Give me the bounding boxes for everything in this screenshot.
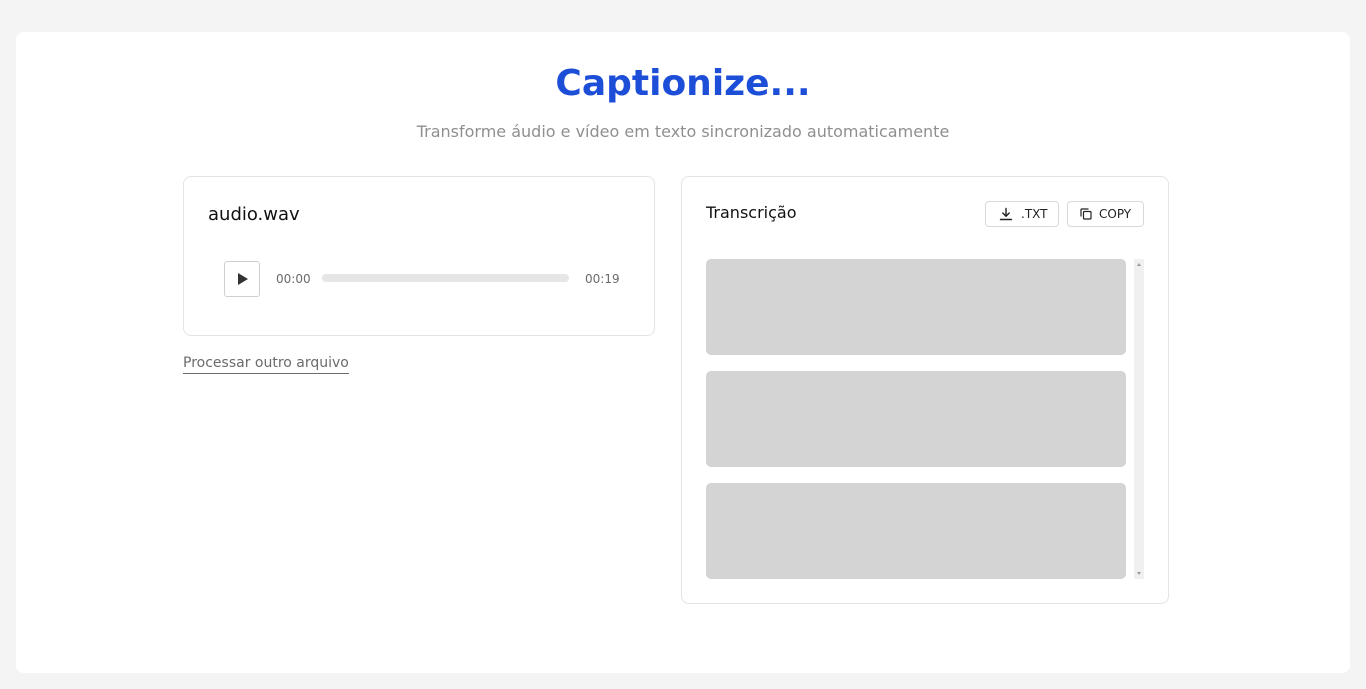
total-time: 00:19 bbox=[585, 272, 620, 286]
download-txt-button[interactable]: .TXT bbox=[985, 201, 1059, 227]
transcript-list[interactable] bbox=[706, 259, 1126, 579]
play-icon bbox=[238, 273, 248, 285]
current-time: 00:00 bbox=[276, 272, 311, 286]
transcript-title: Transcrição bbox=[706, 203, 797, 222]
page-title: Captionize... bbox=[555, 63, 811, 104]
transcript-scrollbar[interactable] bbox=[1134, 259, 1144, 579]
copy-button[interactable]: COPY bbox=[1067, 201, 1144, 227]
download-icon bbox=[999, 207, 1013, 221]
transcript-skeleton-item bbox=[706, 371, 1126, 467]
transcript-card: Transcrição .TXT COPY bbox=[681, 176, 1169, 604]
copy-icon bbox=[1080, 208, 1092, 220]
transcript-skeleton-item bbox=[706, 483, 1126, 579]
main-card: Captionize... Transforme áudio e vídeo e… bbox=[16, 32, 1350, 673]
audio-player: 00:00 00:19 bbox=[224, 261, 620, 297]
transcript-skeleton-item bbox=[706, 259, 1126, 355]
scroll-down-arrow-icon[interactable] bbox=[1137, 572, 1141, 575]
audio-player-card: audio.wav 00:00 00:19 bbox=[183, 176, 655, 336]
progress-bar[interactable] bbox=[322, 274, 569, 282]
copy-label: COPY bbox=[1099, 207, 1132, 221]
play-button[interactable] bbox=[224, 261, 260, 297]
file-name: audio.wav bbox=[208, 204, 300, 225]
download-txt-label: .TXT bbox=[1021, 207, 1048, 221]
process-another-file-link[interactable]: Processar outro arquivo bbox=[183, 354, 349, 374]
scroll-up-arrow-icon[interactable] bbox=[1137, 263, 1141, 266]
page-subtitle: Transforme áudio e vídeo em texto sincro… bbox=[416, 122, 950, 141]
